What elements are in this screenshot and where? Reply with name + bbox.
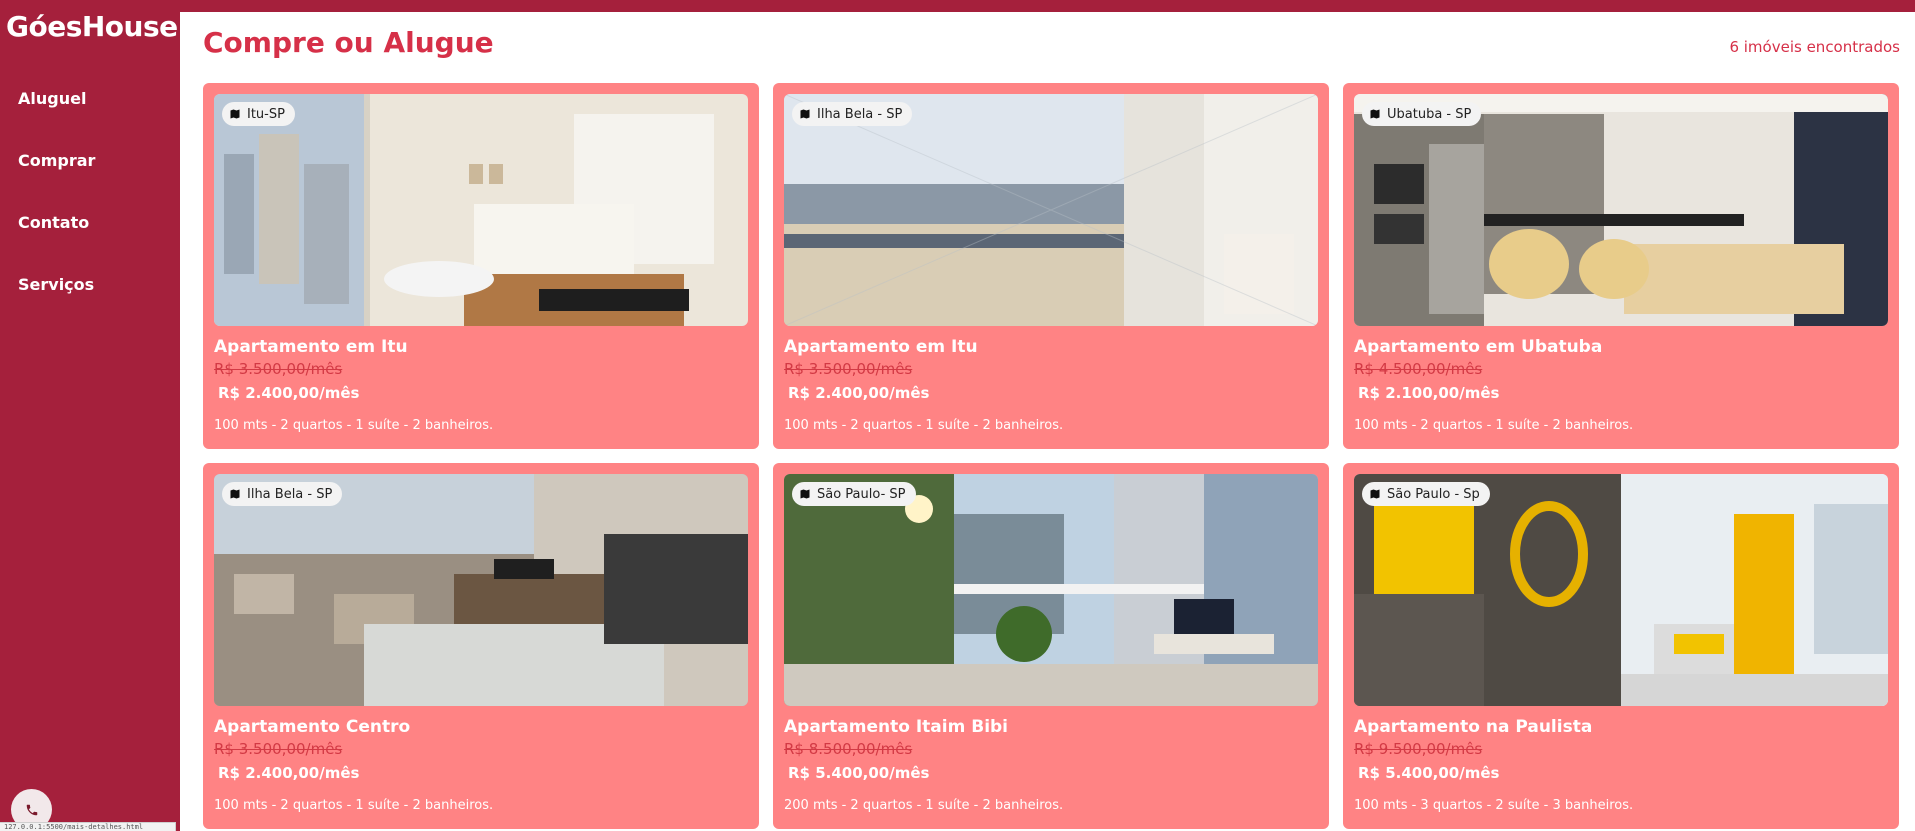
- listing-details: 100 mts - 2 quartos - 1 suíte - 2 banhei…: [214, 798, 494, 813]
- map-icon: [1370, 489, 1380, 499]
- map-icon: [1370, 109, 1380, 119]
- sidebar-nav: Aluguel Comprar Contato Serviços: [18, 88, 95, 336]
- brand-logo[interactable]: GóesHouse: [6, 10, 178, 43]
- listing-price: R$ 2.400,00/mês: [218, 384, 360, 402]
- listing-old-price: R$ 3.500,00/mês: [214, 740, 343, 758]
- listing-price: R$ 5.400,00/mês: [788, 764, 930, 782]
- listing-title[interactable]: Apartamento em Itu: [784, 337, 1318, 357]
- listing-title[interactable]: Apartamento em Ubatuba: [1354, 337, 1888, 357]
- top-bar: [180, 0, 1915, 12]
- location-badge: Itu-SP: [222, 102, 295, 126]
- location-label: Ubatuba - SP: [1387, 106, 1472, 122]
- listing-old-price: R$ 4.500,00/mês: [1354, 360, 1483, 378]
- nav-item-contato[interactable]: Contato: [18, 212, 95, 274]
- listing-card[interactable]: Ilha Bela - SP Apartamento Centro R$ 3.5…: [203, 463, 759, 829]
- listing-card[interactable]: São Paulo - Sp Apartamento na Paulista R…: [1343, 463, 1899, 829]
- location-label: São Paulo- SP: [817, 486, 906, 502]
- listing-photo[interactable]: São Paulo- SP: [784, 474, 1318, 706]
- location-label: Ilha Bela - SP: [817, 106, 903, 122]
- listing-title[interactable]: Apartamento Itaim Bibi: [784, 717, 1318, 737]
- location-label: Itu-SP: [247, 106, 285, 122]
- listing-photo[interactable]: Ubatuba - SP: [1354, 94, 1888, 326]
- location-badge: São Paulo- SP: [792, 482, 916, 506]
- listing-card[interactable]: São Paulo- SP Apartamento Itaim Bibi R$ …: [773, 463, 1329, 829]
- listing-card[interactable]: Itu-SP Apartamento em Itu R$ 3.500,00/mê…: [203, 83, 759, 449]
- listing-details: 100 mts - 2 quartos - 1 suíte - 2 banhei…: [1354, 418, 1634, 433]
- map-icon: [230, 489, 240, 499]
- listing-title[interactable]: Apartamento em Itu: [214, 337, 748, 357]
- listing-old-price: R$ 8.500,00/mês: [784, 740, 913, 758]
- listing-details: 200 mts - 2 quartos - 1 suíte - 2 banhei…: [784, 798, 1064, 813]
- nav-item-servicos[interactable]: Serviços: [18, 274, 95, 336]
- listing-old-price: R$ 9.500,00/mês: [1354, 740, 1483, 758]
- nav-item-comprar[interactable]: Comprar: [18, 150, 95, 212]
- map-icon: [800, 109, 810, 119]
- location-badge: Ilha Bela - SP: [222, 482, 343, 506]
- location-badge: Ubatuba - SP: [1362, 102, 1482, 126]
- location-label: São Paulo - Sp: [1387, 486, 1480, 502]
- map-icon: [800, 489, 810, 499]
- listing-photo[interactable]: São Paulo - Sp: [1354, 474, 1888, 706]
- listing-photo[interactable]: Ilha Bela - SP: [214, 474, 748, 706]
- listing-price: R$ 2.400,00/mês: [788, 384, 930, 402]
- page-title: Compre ou Alugue: [203, 26, 494, 59]
- listing-old-price: R$ 3.500,00/mês: [214, 360, 343, 378]
- sidebar: GóesHouse Aluguel Comprar Contato Serviç…: [0, 0, 180, 831]
- listing-card[interactable]: Ilha Bela - SP Apartamento em Itu R$ 3.5…: [773, 83, 1329, 449]
- listing-details: 100 mts - 2 quartos - 1 suíte - 2 banhei…: [214, 418, 494, 433]
- location-badge: São Paulo - Sp: [1362, 482, 1490, 506]
- status-bar-url: 127.0.0.1:5500/mais-detalhes.html: [0, 822, 176, 831]
- listing-grid: Itu-SP Apartamento em Itu R$ 3.500,00/mê…: [203, 83, 1899, 829]
- listing-title[interactable]: Apartamento Centro: [214, 717, 748, 737]
- listing-details: 100 mts - 2 quartos - 1 suíte - 2 banhei…: [784, 418, 1064, 433]
- phone-icon: [26, 804, 37, 815]
- listing-price: R$ 5.400,00/mês: [1358, 764, 1500, 782]
- listing-details: 100 mts - 3 quartos - 2 suíte - 3 banhei…: [1354, 798, 1634, 813]
- nav-item-aluguel[interactable]: Aluguel: [18, 88, 95, 150]
- listing-price: R$ 2.100,00/mês: [1358, 384, 1500, 402]
- listing-title[interactable]: Apartamento na Paulista: [1354, 717, 1888, 737]
- listing-card[interactable]: Ubatuba - SP Apartamento em Ubatuba R$ 4…: [1343, 83, 1899, 449]
- listing-photo[interactable]: Ilha Bela - SP: [784, 94, 1318, 326]
- map-icon: [230, 109, 240, 119]
- listing-price: R$ 2.400,00/mês: [218, 764, 360, 782]
- location-label: Ilha Bela - SP: [247, 486, 333, 502]
- listing-old-price: R$ 3.500,00/mês: [784, 360, 913, 378]
- listing-photo[interactable]: Itu-SP: [214, 94, 748, 326]
- location-badge: Ilha Bela - SP: [792, 102, 913, 126]
- results-count: 6 imóveis encontrados: [1729, 38, 1900, 56]
